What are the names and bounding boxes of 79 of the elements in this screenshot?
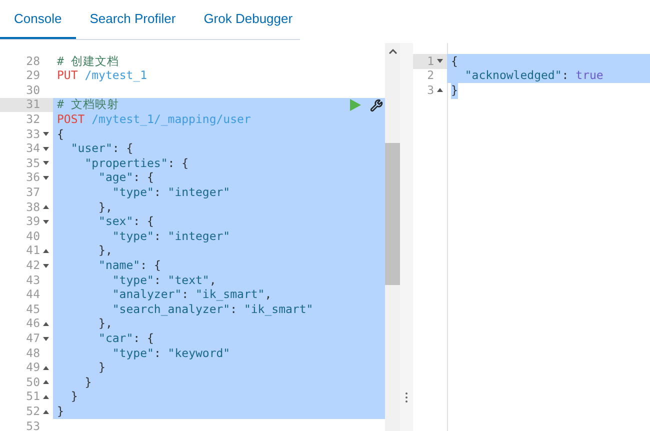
code-line: "age": { [98,170,154,186]
code-line: "name": { [98,256,161,274]
line-number: 2 [426,68,435,84]
code-line: "user": { [70,140,134,158]
code-line: "type": "text", [111,272,216,289]
code-line: }, [98,242,112,260]
line-number: 34 [0,142,53,156]
fold-arrow-icon[interactable] [43,249,49,254]
code-line: "analyzer": "ik_smart", [111,286,272,304]
code-line: "type": "integer" [111,184,230,202]
code-line: POST /mytest_1/_mapping/user [57,111,251,128]
line-number: 48 [25,346,41,360]
code-line: } [84,374,92,391]
line-number: 29 [25,68,41,84]
fold-arrow-icon[interactable] [43,336,49,341]
code-line: # 文档映射 [57,96,119,114]
code-line: { [451,52,458,70]
fold-arrow-icon[interactable] [43,366,49,370]
scrollbar[interactable] [385,43,400,431]
code-line: } [57,402,64,420]
fold-arrow-icon[interactable] [43,220,49,224]
line-number: 44 [25,288,41,302]
line-number: 3 [413,83,447,98]
tab[interactable]: Search Profiler [76,0,190,39]
line-number: 37 [25,185,41,200]
code-line: "properties": { [84,154,189,172]
line-number: 43 [25,272,41,288]
line-number: 32 [25,112,41,127]
code-line: "sex": { [98,213,154,230]
fold-arrow-icon[interactable] [43,176,49,180]
line-number: 52 [0,404,53,419]
scroll-up-icon[interactable] [388,49,396,54]
code-line: } [98,359,106,376]
line-number: 30 [25,83,41,98]
line-number: 33 [0,126,53,142]
code-line: # 创建文档 [57,52,119,70]
fold-arrow-icon[interactable] [43,410,49,414]
code-line: "acknowledged": true [464,67,604,84]
fold-arrow-icon[interactable] [43,380,49,384]
line-number: 51 [0,390,53,404]
line-number: 39 [0,214,53,230]
line-number: 31 [0,98,53,112]
code-line: { [57,126,64,143]
code-line: "type": "integer" [111,228,230,245]
fold-arrow-icon[interactable] [43,394,49,399]
line-number: 49 [0,360,53,376]
code-line: } [70,388,78,406]
fold-arrow-icon[interactable] [43,146,49,151]
line-number: 47 [0,331,53,346]
line-number: 53 [25,418,41,431]
line-number: 28 [25,54,41,69]
code-line: }, [98,315,112,332]
line-number: 1 [413,54,447,69]
line-number: 40 [25,229,41,244]
fold-arrow-icon[interactable] [43,205,49,210]
code-line: "car": { [98,330,154,347]
line-number: 36 [0,170,53,186]
resize-handle-icon[interactable] [405,392,408,404]
fold-arrow-icon[interactable] [437,59,443,64]
code-line: "type": "keyword" [111,344,230,362]
line-number: 42 [0,258,53,273]
fold-arrow-icon[interactable] [43,132,49,136]
line-number: 50 [0,375,53,390]
scrollbar-thumb[interactable] [385,143,400,285]
code-line: PUT /mytest_1 [57,67,148,84]
code-line: "search_analyzer": "ik_smart" [111,301,314,318]
fold-arrow-icon[interactable] [437,88,443,92]
fold-arrow-icon[interactable] [43,161,49,166]
fold-arrow-icon[interactable] [43,322,49,326]
wrench-icon[interactable] [370,98,383,112]
tab[interactable]: Console [0,0,76,39]
tab[interactable]: Grok Debugger [190,0,307,39]
line-number: 41 [0,244,53,258]
code-line: }, [98,198,112,216]
line-number: 46 [0,316,53,332]
line-number: 45 [25,302,41,317]
line-number: 38 [0,200,53,215]
line-number: 35 [0,156,53,171]
fold-arrow-icon[interactable] [43,264,49,268]
